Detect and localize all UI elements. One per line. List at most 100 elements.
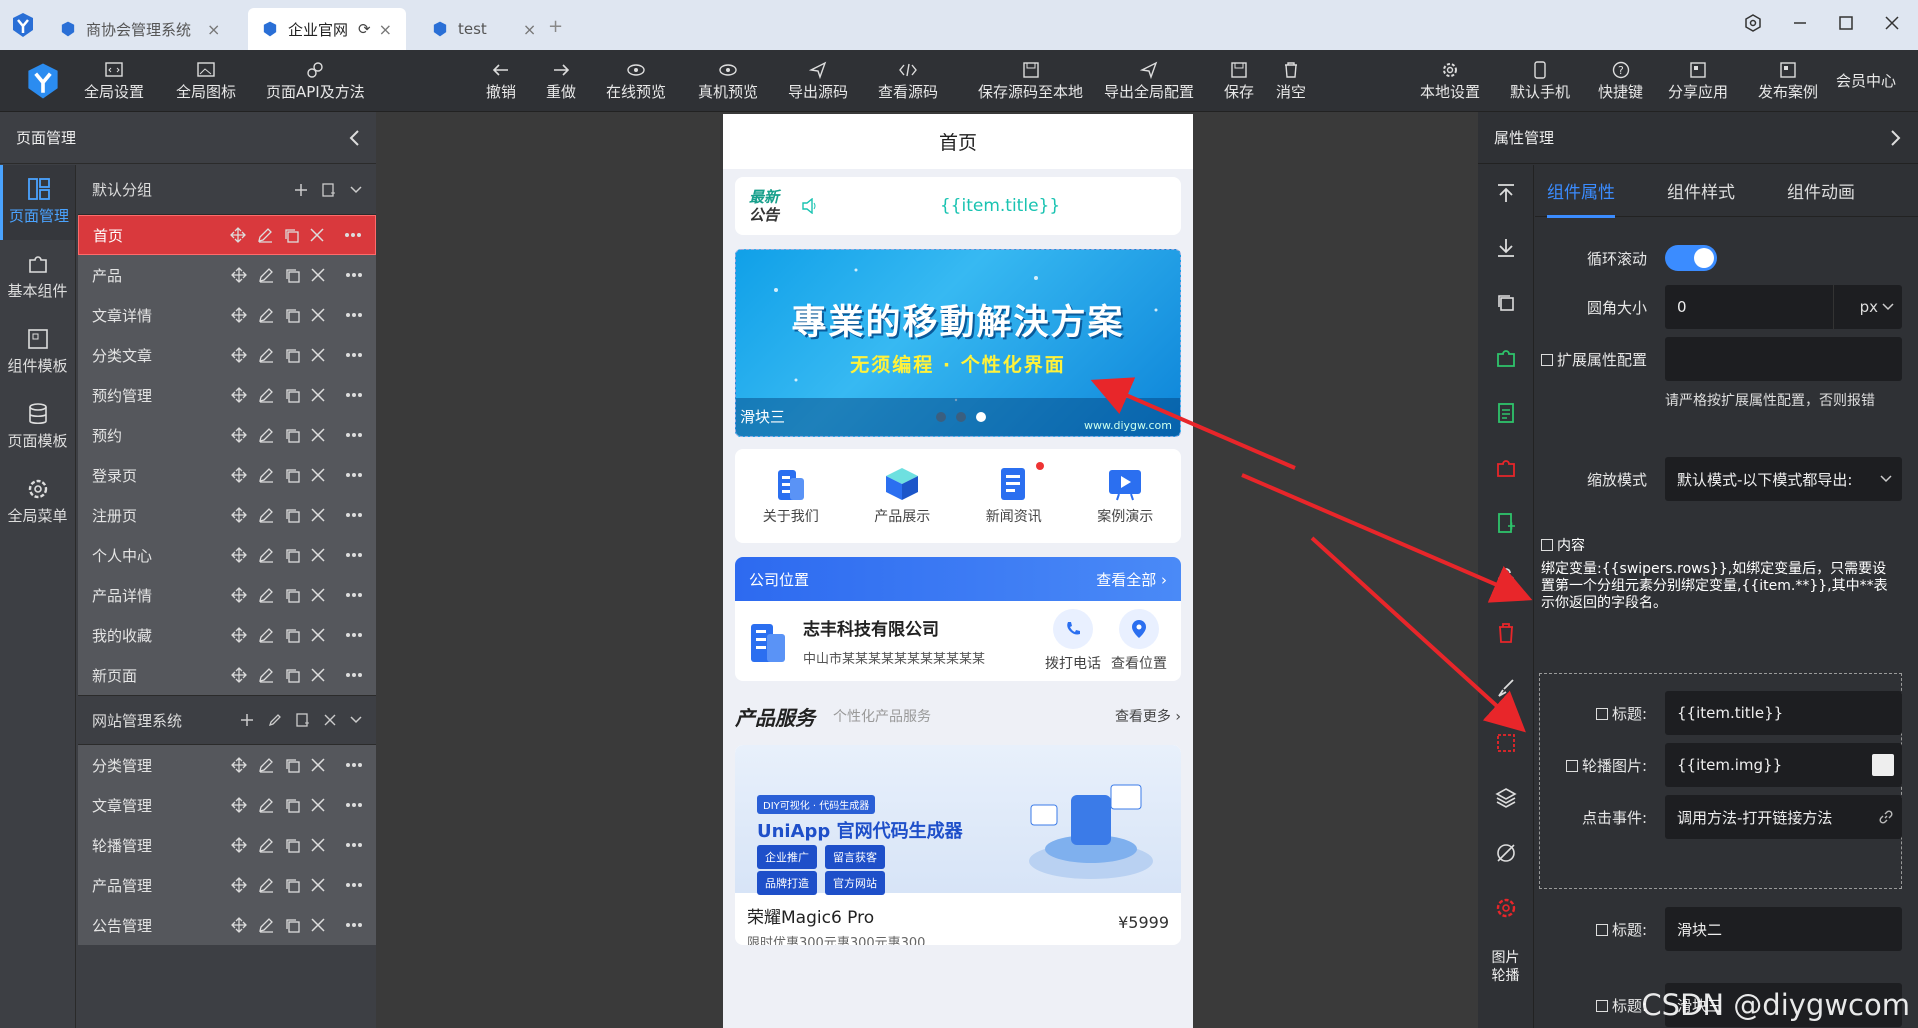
scale-select[interactable]: 默认模式-以下模式都导出: xyxy=(1665,457,1902,501)
group-default[interactable]: 默认分组 xyxy=(78,165,376,215)
quick-about[interactable]: 关于我们 xyxy=(763,466,819,526)
puzzle-red-icon[interactable] xyxy=(1478,440,1533,495)
delete-icon[interactable] xyxy=(311,428,325,442)
global-settings-button[interactable]: 全局设置 xyxy=(84,60,144,101)
group-website[interactable]: 网站管理系统 xyxy=(78,695,376,745)
copy-icon[interactable] xyxy=(284,228,299,243)
more-icon[interactable] xyxy=(346,633,362,637)
edit-icon[interactable] xyxy=(268,713,282,727)
view-location-button[interactable]: 查看位置 xyxy=(1111,609,1167,673)
move-bottom-icon[interactable] xyxy=(1478,220,1533,275)
edit-icon[interactable] xyxy=(258,547,274,563)
page-row[interactable]: 新页面 xyxy=(78,655,376,695)
move-icon[interactable] xyxy=(231,627,247,643)
tab-test[interactable]: test × xyxy=(418,8,550,50)
delete-icon[interactable] xyxy=(311,508,325,522)
page-api-button[interactable]: 页面API及方法 xyxy=(266,60,365,101)
more-icon[interactable] xyxy=(346,763,362,767)
more-icon[interactable] xyxy=(346,553,362,557)
indicator-dot[interactable] xyxy=(936,412,946,422)
member-center-link[interactable]: 会员中心 xyxy=(1836,72,1896,90)
page-row[interactable]: 分类管理 xyxy=(78,745,376,785)
chevron-down-icon[interactable] xyxy=(350,716,362,724)
quick-cases[interactable]: 案例演示 xyxy=(1097,466,1153,526)
doc-add-green-icon[interactable] xyxy=(1478,495,1533,550)
brush-icon[interactable] xyxy=(1478,660,1533,715)
title2-input[interactable]: 滑块二 xyxy=(1665,907,1902,951)
delete-icon[interactable] xyxy=(310,228,324,242)
more-icon[interactable] xyxy=(346,353,362,357)
view-more-link[interactable]: 查看更多 › xyxy=(1115,706,1181,726)
delete-icon[interactable] xyxy=(311,798,325,812)
select-red-icon[interactable] xyxy=(1478,715,1533,770)
delete-icon[interactable] xyxy=(311,878,325,892)
more-icon[interactable] xyxy=(346,843,362,847)
move-icon[interactable] xyxy=(231,547,247,563)
gear-red-icon[interactable] xyxy=(1478,880,1533,935)
copy-icon[interactable] xyxy=(285,668,300,683)
save-button[interactable]: 保存 xyxy=(1224,60,1254,101)
edit-icon[interactable] xyxy=(258,307,274,323)
page-row[interactable]: 个人中心 xyxy=(78,535,376,575)
copy-icon[interactable] xyxy=(285,918,300,933)
local-settings-button[interactable]: 本地设置 xyxy=(1420,60,1480,101)
palette-off-icon[interactable] xyxy=(1478,825,1533,880)
collapse-right-icon[interactable] xyxy=(1890,129,1902,147)
move-icon[interactable] xyxy=(231,917,247,933)
edit-icon[interactable] xyxy=(258,427,274,443)
save-source-local-button[interactable]: 保存源码至本地 xyxy=(978,60,1083,101)
move-icon[interactable] xyxy=(231,797,247,813)
move-icon[interactable] xyxy=(231,427,247,443)
image-input[interactable]: {{item.img}} xyxy=(1665,743,1902,787)
layers-icon[interactable] xyxy=(1478,770,1533,825)
img-checkbox[interactable] xyxy=(1565,759,1578,772)
title2-checkbox[interactable] xyxy=(1595,923,1608,936)
page-row[interactable]: 公告管理 xyxy=(78,905,376,945)
close-icon[interactable] xyxy=(324,714,336,726)
online-preview-button[interactable]: 在线预览 xyxy=(606,60,666,101)
move-icon[interactable] xyxy=(231,387,247,403)
copy-icon[interactable] xyxy=(285,308,300,323)
clear-button[interactable]: 消空 xyxy=(1276,60,1306,101)
quick-products[interactable]: 产品展示 xyxy=(874,466,930,526)
page-row[interactable]: 首页 xyxy=(78,215,376,255)
content-checkbox[interactable] xyxy=(1541,539,1553,551)
page-row[interactable]: 产品详情 xyxy=(78,575,376,615)
share-app-button[interactable]: 分享应用 xyxy=(1668,60,1728,101)
copy-icon[interactable] xyxy=(285,268,300,283)
tab-component-props[interactable]: 组件属性 xyxy=(1547,165,1615,218)
page-row[interactable]: 文章管理 xyxy=(78,785,376,825)
tab-shanghui[interactable]: 商协会管理系统 × xyxy=(46,8,234,50)
puzzle-green-icon[interactable] xyxy=(1478,330,1533,385)
rail-basic-components[interactable]: 基本组件 xyxy=(0,240,75,315)
publish-case-button[interactable]: 发布案例 xyxy=(1758,60,1818,101)
title-checkbox[interactable] xyxy=(1595,707,1608,720)
edit-icon[interactable] xyxy=(258,507,274,523)
delete-red-icon[interactable] xyxy=(1478,605,1533,660)
page-row[interactable]: 注册页 xyxy=(78,495,376,535)
new-tab-button[interactable]: + xyxy=(548,16,563,37)
product-card[interactable]: DIY可视化 · 代码生成器 UniApp 官网代码生成器 企业推广 留言获客 … xyxy=(735,745,1181,945)
move-icon[interactable] xyxy=(231,587,247,603)
edit-icon[interactable] xyxy=(258,797,274,813)
delete-icon[interactable] xyxy=(311,918,325,932)
rail-component-templates[interactable]: 组件模板 xyxy=(0,315,75,390)
delete-icon[interactable] xyxy=(311,268,325,282)
new-page-icon[interactable] xyxy=(322,182,336,197)
copy-icon[interactable] xyxy=(285,508,300,523)
notice-bar[interactable]: 最新 公告 {{item.title}} xyxy=(735,177,1181,235)
copy-icon[interactable] xyxy=(1478,275,1533,330)
tab-close-icon[interactable]: × xyxy=(379,20,392,39)
page-row[interactable]: 产品管理 xyxy=(78,865,376,905)
delete-icon[interactable] xyxy=(311,838,325,852)
rail-page-templates[interactable]: 页面模板 xyxy=(0,390,75,465)
delete-icon[interactable] xyxy=(311,668,325,682)
more-icon[interactable] xyxy=(346,273,362,277)
default-phone-button[interactable]: 默认手机 xyxy=(1510,60,1570,101)
shortcuts-button[interactable]: ? 快捷键 xyxy=(1598,60,1643,101)
quick-news[interactable]: 新闻资讯 xyxy=(986,462,1044,526)
maximize-icon[interactable] xyxy=(1838,15,1854,31)
move-icon[interactable] xyxy=(231,877,247,893)
copy-icon[interactable] xyxy=(285,628,300,643)
call-button[interactable]: 拨打电话 xyxy=(1045,609,1101,673)
